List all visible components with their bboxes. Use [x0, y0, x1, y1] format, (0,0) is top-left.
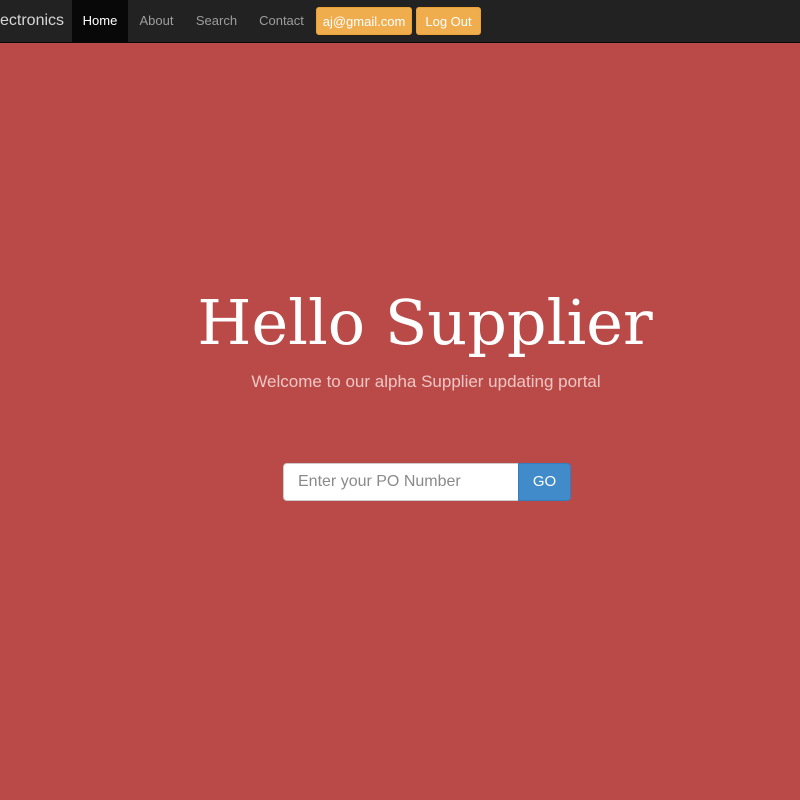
brand-logo-text[interactable]: ectronics [0, 0, 72, 42]
hero-subtitle: Welcome to our alpha Supplier updating p… [251, 372, 601, 391]
hero-title: Hello Supplier [197, 286, 653, 359]
top-navbar: ectronics Home About Search Contact aj@g… [0, 0, 800, 43]
nav-item-about[interactable]: About [128, 0, 185, 42]
go-button[interactable]: GO [518, 463, 571, 501]
po-number-input[interactable] [283, 463, 518, 501]
logout-button[interactable]: Log Out [416, 7, 481, 35]
nav-item-search-label: Search [195, 13, 238, 28]
nav-item-home[interactable]: Home [72, 0, 128, 42]
nav-item-contact-label: Contact [259, 13, 304, 28]
brand-label: ectronics [0, 12, 65, 29]
user-email-label: aj@gmail.com [322, 14, 406, 29]
nav-item-search[interactable]: Search [185, 0, 248, 42]
nav-item-contact[interactable]: Contact [248, 0, 315, 42]
po-search-form: GO [283, 463, 571, 501]
nav-item-about-label: About [139, 13, 174, 28]
user-email-button[interactable]: aj@gmail.com [316, 7, 412, 35]
nav-item-home-label: Home [82, 13, 118, 28]
logout-label: Log Out [425, 14, 472, 29]
